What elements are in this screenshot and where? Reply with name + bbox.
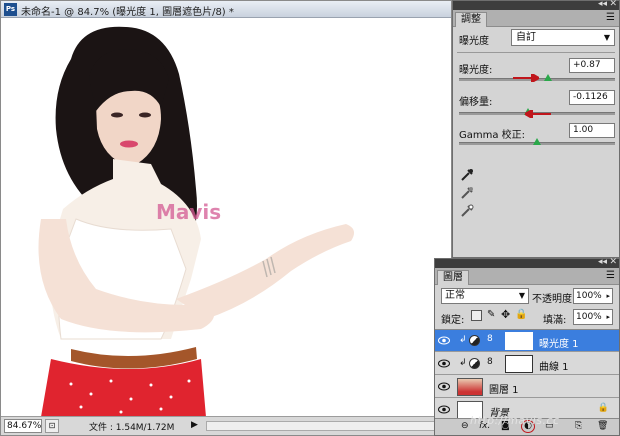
layer-row-curves[interactable]: ↲ 8 曲線 1	[435, 353, 619, 375]
adjustment-layer-icon	[469, 335, 480, 346]
eye-icon[interactable]	[438, 381, 450, 392]
canvas-watermark: Mavis	[156, 200, 221, 224]
clipping-icon: ↲	[459, 358, 467, 368]
layers-panel: ◂◂ ✕ 圖層 ☰ 正常 ▼ 不透明度: 100% ▸ 鎖定: ✎ ✥ 🔒 填滿…	[434, 257, 620, 436]
eye-icon[interactable]	[438, 404, 450, 415]
opacity-input[interactable]: 100% ▸	[573, 288, 613, 304]
tab-layers[interactable]: 圖層	[437, 270, 469, 285]
panel-menu-icon[interactable]: ☰	[606, 270, 615, 281]
eye-icon[interactable]	[438, 358, 450, 369]
eye-icon[interactable]	[438, 335, 450, 346]
lock-all-icon[interactable]: 🔒	[515, 310, 527, 321]
fill-value: 100%	[576, 312, 602, 322]
lock-position-icon[interactable]: ✥	[501, 309, 512, 321]
preset-select-value: 自訂	[516, 32, 536, 43]
status-menu-arrow[interactable]: ▶	[191, 420, 198, 430]
chevron-down-icon: ▼	[518, 291, 525, 300]
panel-menu-icon[interactable]: ☰	[606, 12, 615, 23]
horizontal-scrollbar[interactable]	[206, 421, 441, 431]
offset-input[interactable]: -0.1126	[569, 90, 615, 105]
blend-mode-select[interactable]: 正常 ▼	[441, 288, 529, 304]
file-size-info: 文件 : 1.54M/1.72M	[89, 423, 175, 433]
lock-transparency-icon[interactable]	[471, 310, 482, 321]
panel-header-strip: ◂◂ ✕	[435, 257, 619, 268]
layer-name[interactable]: 曝光度 1	[539, 335, 579, 350]
collapse-icon[interactable]: ◂◂	[598, 257, 607, 267]
chevron-right-icon[interactable]: ▸	[606, 289, 610, 303]
site-watermark: http://mavis.cc	[470, 414, 560, 427]
chain-icon[interactable]: 8	[487, 357, 493, 367]
clipping-icon: ↲	[459, 335, 467, 345]
status-options-icon[interactable]: ⊡	[45, 419, 59, 433]
adjustments-panel: ◂◂ ✕ 調整 ☰ 曝光度 自訂 ▼ 曝光度: +0.87 偏移量: -0.11…	[452, 0, 620, 258]
gamma-slider[interactable]	[459, 138, 615, 145]
layer-row-layer1[interactable]: 圖層 1	[435, 376, 619, 398]
collapse-icon[interactable]: ◂◂	[598, 0, 607, 9]
adjustments-tab-row: 調整 ☰	[453, 10, 619, 27]
offset-label: 偏移量:	[459, 97, 493, 108]
zoom-field[interactable]: 84.67%	[4, 419, 42, 433]
layer-thumbnail[interactable]	[457, 378, 483, 396]
document-title: 未命名-1 @ 84.7% (曝光度 1, 圖層遮色片/8) *	[21, 7, 234, 18]
blend-mode-value: 正常	[445, 290, 465, 301]
link-icon[interactable]: ⊖	[461, 421, 469, 431]
gray-point-eyedropper-icon[interactable]	[460, 186, 474, 200]
annotation-arrow-icon	[513, 74, 539, 82]
layer-name[interactable]: 圖層 1	[489, 381, 519, 396]
close-icon[interactable]: ✕	[609, 0, 617, 9]
chain-icon[interactable]: 8	[487, 334, 493, 344]
document-title-bar[interactable]: Ps 未命名-1 @ 84.7% (曝光度 1, 圖層遮色片/8) *	[1, 1, 451, 18]
layer-name[interactable]: 曲線 1	[539, 358, 569, 373]
lock-icon: 🔒	[597, 403, 609, 413]
gamma-slider-thumb[interactable]	[533, 138, 541, 145]
white-point-eyedropper-icon[interactable]	[460, 204, 474, 218]
close-icon[interactable]: ✕	[609, 257, 617, 267]
layer-mask-thumbnail[interactable]	[505, 355, 533, 373]
preset-select[interactable]: 自訂 ▼	[511, 29, 615, 46]
layer-mask-thumbnail[interactable]	[505, 332, 533, 350]
gamma-input[interactable]: 1.00	[569, 123, 615, 138]
document-canvas[interactable]: Mavis	[1, 19, 451, 417]
fill-input[interactable]: 100% ▸	[573, 309, 613, 325]
opacity-value: 100%	[576, 291, 602, 301]
opacity-label: 不透明度:	[532, 294, 576, 305]
photo-artwork: Mavis	[38, 26, 355, 417]
photoshop-icon: Ps	[4, 3, 17, 16]
panel-header-strip: ◂◂ ✕	[453, 0, 619, 10]
annotation-arrow-icon	[525, 110, 551, 118]
trash-icon[interactable]: 🗑	[597, 421, 608, 431]
layer-list: ↲ 8 曝光度 1 ↲ 8 曲線 1 圖層 1 背景 🔒	[435, 329, 619, 420]
divider	[457, 52, 615, 53]
document-window: Ps 未命名-1 @ 84.7% (曝光度 1, 圖層遮色片/8) * Mavi…	[0, 0, 452, 436]
exposure-input[interactable]: +0.87	[569, 58, 615, 73]
chevron-down-icon: ▼	[603, 33, 610, 42]
lock-pixels-icon[interactable]: ✎	[487, 310, 498, 321]
new-layer-icon[interactable]: ⎘	[575, 421, 582, 431]
exposure-slider-thumb[interactable]	[543, 74, 552, 81]
chevron-right-icon[interactable]: ▸	[606, 310, 610, 324]
tab-adjustments[interactable]: 調整	[455, 12, 487, 27]
exposure-label: 曝光度:	[459, 65, 493, 76]
lock-label: 鎖定:	[441, 315, 465, 326]
adjustment-type-label: 曝光度	[459, 36, 489, 47]
black-point-eyedropper-icon[interactable]	[460, 168, 474, 182]
layer-row-exposure[interactable]: ↲ 8 曝光度 1	[435, 330, 619, 352]
adjustment-layer-icon	[469, 358, 480, 369]
document-status-bar: 84.67% ⊡ 文件 : 1.54M/1.72M ▶	[1, 416, 451, 435]
fill-label: 填滿:	[543, 315, 567, 326]
gamma-label: Gamma 校正:	[459, 130, 526, 141]
layers-tab-row: 圖層 ☰	[435, 268, 619, 285]
